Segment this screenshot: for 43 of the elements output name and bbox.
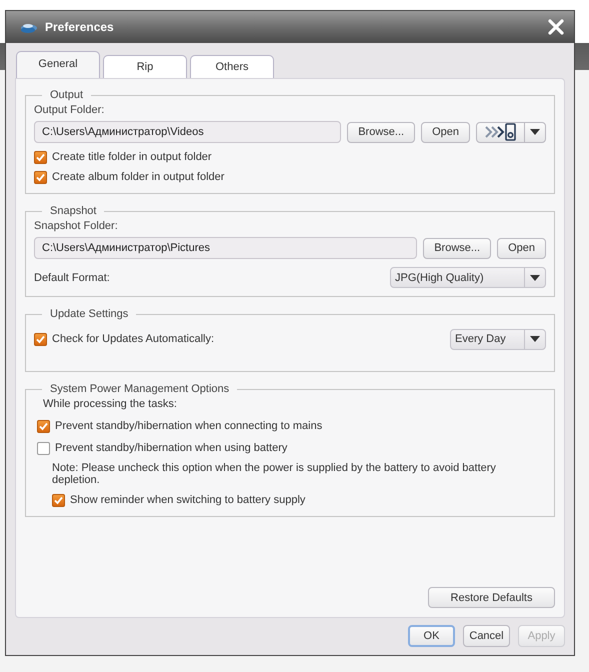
folder-button[interactable]: Open	[497, 238, 546, 258]
checkbox[interactable]	[34, 150, 47, 164]
restore-defaults-button[interactable]: Restore Defaults	[428, 587, 555, 608]
tab[interactable]: General	[16, 51, 100, 78]
folder-button[interactable]: Browse...	[347, 122, 416, 142]
field-label: Default Format:	[34, 272, 110, 284]
checkbox-label: Prevent standby/hibernation when connecting to mains	[55, 420, 322, 432]
description-text: While processing the tasks:	[42, 398, 178, 410]
folder-button[interactable]: Browse...	[423, 238, 492, 258]
dialog-button[interactable]: Cancel	[463, 625, 510, 647]
checkbox-label: Show reminder when switching to battery supply	[70, 494, 306, 506]
format-dropdown[interactable]: JPG(High Quality)	[390, 267, 546, 288]
checkbox-label: Check for Updates Automatically:	[52, 333, 216, 345]
media-player-icon	[484, 123, 518, 141]
checkbox-label: Create album folder in output folder	[52, 171, 224, 183]
frequency-dropdown[interactable]: Every Day	[450, 328, 546, 350]
field-label: Output Folder:	[34, 104, 106, 116]
folder-path-field[interactable]: C:\Users\Администратор\Videos	[34, 121, 342, 143]
folder-path-field[interactable]: C:\Users\Администратор\Pictures	[34, 237, 418, 259]
checkbox[interactable]	[52, 494, 65, 506]
checkbox-label: Create title folder in output folder	[52, 151, 212, 163]
caret-icon	[530, 129, 540, 135]
group-title: System Power Management Options	[49, 383, 230, 395]
device-menu-button[interactable]	[476, 122, 546, 142]
checkbox-label: Prevent standby/hibernation when using battery	[55, 442, 288, 454]
dialog-button[interactable]: OK	[408, 625, 455, 647]
caret-icon	[530, 274, 540, 280]
checkbox[interactable]	[37, 442, 50, 454]
checkbox[interactable]	[34, 170, 47, 184]
checkbox[interactable]	[34, 332, 47, 346]
group-title: Snapshot	[49, 205, 98, 217]
dialog-button: Apply	[518, 625, 565, 647]
folder-button[interactable]: Open	[421, 122, 470, 142]
checkbox[interactable]	[37, 420, 50, 432]
description-text: Note: Please uncheck this option when the power is supplied by the battery to avoid battery depletion.	[52, 462, 497, 486]
group-title: Update Settings	[49, 308, 130, 320]
field-label: Snapshot Folder:	[34, 220, 119, 232]
tab[interactable]: Others	[190, 55, 274, 78]
close-icon[interactable]	[548, 19, 564, 35]
tab[interactable]: Rip	[103, 55, 187, 78]
caret-icon	[530, 336, 540, 342]
group-title: Output	[49, 89, 84, 101]
window-title: Preferences	[45, 20, 115, 34]
